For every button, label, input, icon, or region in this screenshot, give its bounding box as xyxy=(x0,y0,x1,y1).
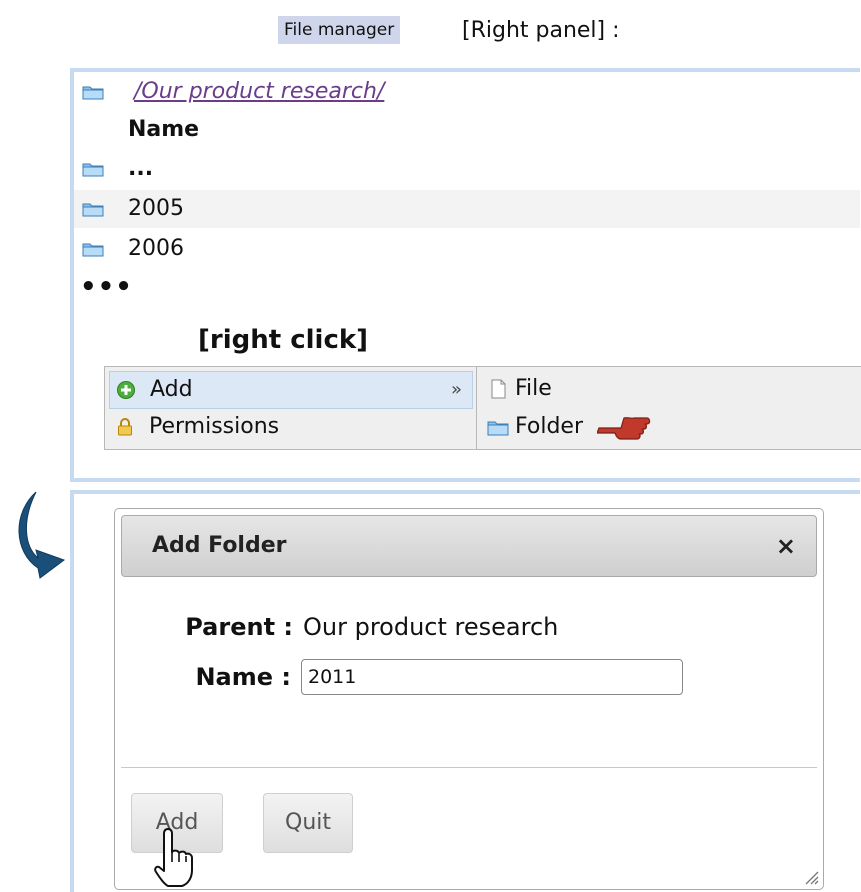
lock-icon xyxy=(118,418,132,436)
folder-name-input[interactable] xyxy=(301,659,683,695)
close-icon[interactable]: × xyxy=(776,516,796,576)
submenu-arrow-icon: » xyxy=(450,379,462,400)
list-item[interactable]: 2006 xyxy=(74,230,860,268)
list-item[interactable]: ... xyxy=(74,150,860,188)
list-item-label: ... xyxy=(128,156,154,181)
folder-icon xyxy=(82,243,104,257)
menu-item-label: Permissions xyxy=(149,414,280,439)
add-icon xyxy=(117,381,135,399)
folder-icon xyxy=(82,203,104,217)
folder-icon xyxy=(487,421,509,436)
more-indicator: ••• xyxy=(80,272,133,302)
dialog-panel: Add Folder × Parent : Our product resear… xyxy=(70,490,860,892)
parent-label: Parent : xyxy=(185,613,293,641)
file-manager-tag: File manager xyxy=(278,16,401,44)
menu-item-add[interactable]: Add » xyxy=(109,371,473,409)
menu-item-label: Add xyxy=(150,377,193,402)
parent-value: Our product research xyxy=(303,613,559,641)
name-label: Name : xyxy=(195,663,291,691)
page-header: File manager [Right panel] : xyxy=(0,0,861,60)
hand-cursor-icon xyxy=(154,828,193,887)
current-path-link[interactable]: /Our product research/ xyxy=(134,72,384,112)
folder-icon xyxy=(82,163,104,177)
right-click-hint: [right click] xyxy=(198,325,369,355)
add-folder-dialog: Add Folder × Parent : Our product resear… xyxy=(114,508,824,890)
submenu-item-label: Folder xyxy=(515,414,583,439)
file-list-panel: /Our product research/ Name ... 2005 200… xyxy=(70,68,861,482)
list-item-label: 2005 xyxy=(128,196,184,221)
folder-icon xyxy=(82,86,104,100)
dialog-separator xyxy=(121,767,817,768)
dialog-title: Add Folder xyxy=(152,533,287,558)
file-icon xyxy=(491,379,506,399)
curved-arrow-icon xyxy=(18,491,66,579)
resize-grip-icon[interactable] xyxy=(803,869,819,885)
dialog-titlebar[interactable]: Add Folder × xyxy=(121,515,817,577)
menu-item-permissions[interactable]: Permissions xyxy=(109,409,471,445)
quit-button[interactable]: Quit xyxy=(263,793,353,853)
list-item[interactable]: 2005 xyxy=(74,190,860,228)
submenu-item-label: File xyxy=(515,376,552,401)
submenu-item-folder[interactable]: Folder xyxy=(485,409,845,445)
pointing-hand-icon xyxy=(597,417,651,440)
name-column-header[interactable]: Name xyxy=(128,112,199,148)
submenu: File Folder xyxy=(476,366,861,450)
list-item-label: 2006 xyxy=(128,236,184,261)
right-panel-caption: [Right panel] : xyxy=(462,18,620,43)
submenu-item-file[interactable]: File xyxy=(485,371,845,407)
context-menu: Add » Permissions xyxy=(104,366,478,450)
